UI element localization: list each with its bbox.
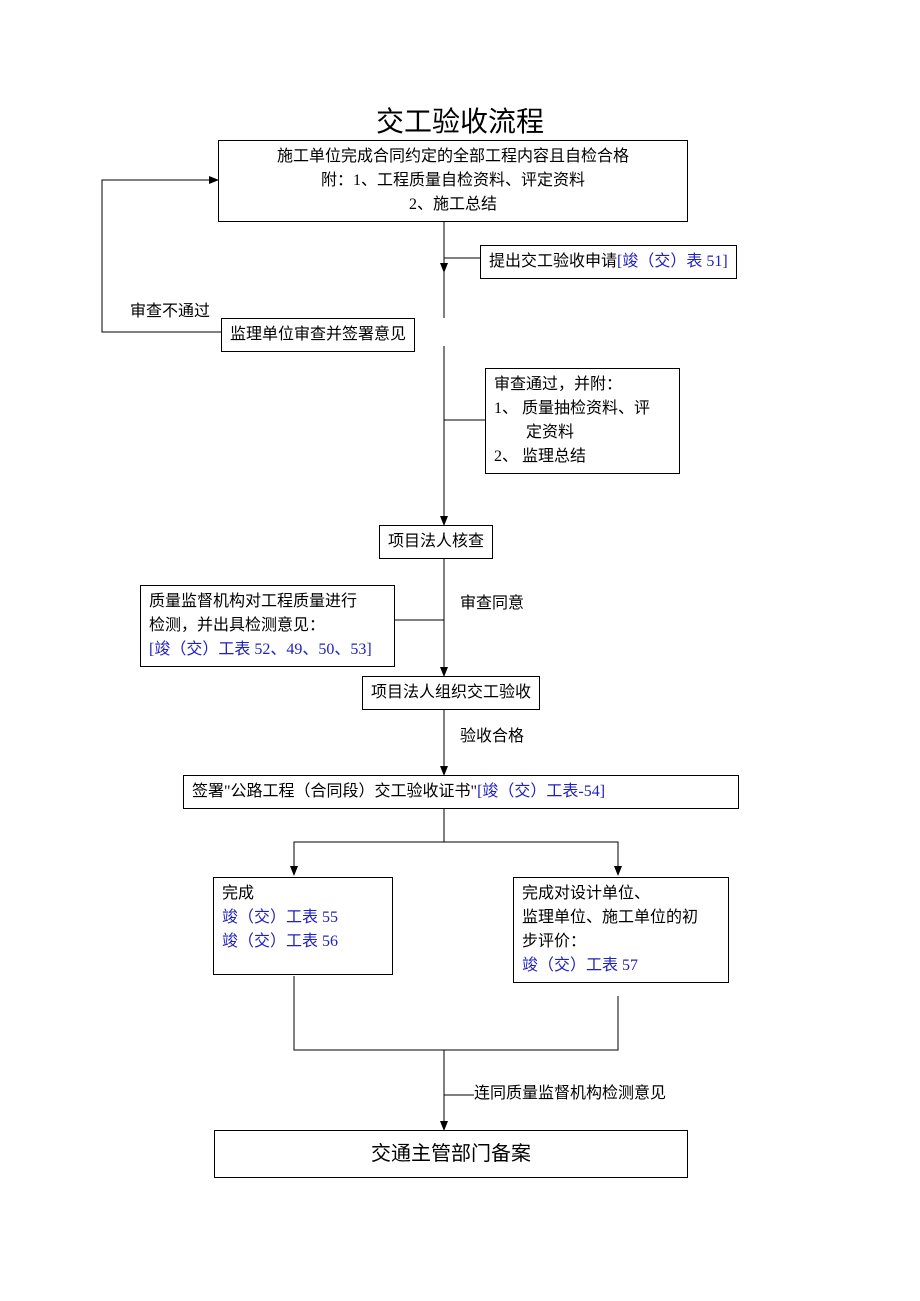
box-legal-person-check: 项目法人核查 [379, 525, 493, 559]
request-link: [竣（交）表 51] [617, 253, 728, 270]
complete-right-line1: 完成对设计单位、 [522, 882, 720, 906]
approve-line3: 定资料 [494, 421, 671, 445]
box1-line3: 2、施工总结 [227, 193, 679, 217]
box1-line2: 附：1、工程质量自检资料、评定资料 [227, 169, 679, 193]
sign-prefix: 签署"公路工程（合同段）交工验收证书" [192, 783, 477, 800]
box-complete-right: 完成对设计单位、 监理单位、施工单位的初 步评价： 竣（交）工表 57 [513, 877, 729, 983]
box-approved-attachments: 审查通过，并附： 1、 质量抽检资料、评 定资料 2、 监理总结 [485, 368, 680, 474]
label-review-rejected: 审查不通过 [130, 300, 210, 324]
box1-line1: 施工单位完成合同约定的全部工程内容且自检合格 [227, 145, 679, 169]
box-traffic-authority-filing: 交通主管部门备案 [214, 1130, 688, 1178]
box-request-acceptance: 提出交工验收申请[竣（交）表 51] [480, 245, 737, 279]
complete-right-link: 竣（交）工表 57 [522, 954, 720, 978]
approve-line2: 1、 质量抽检资料、评 [494, 397, 671, 421]
complete-right-line2: 监理单位、施工单位的初 [522, 906, 720, 930]
complete-left-link2: 竣（交）工表 56 [222, 930, 384, 954]
label-acceptance-qualified: 验收合格 [460, 725, 524, 749]
request-prefix: 提出交工验收申请 [489, 253, 617, 270]
quality-line2: 检测，并出具检测意见： [149, 614, 386, 638]
complete-left-line1: 完成 [222, 882, 384, 906]
box-supervisor-review: 监理单位审查并签署意见 [221, 318, 415, 352]
approve-line1: 审查通过，并附： [494, 373, 671, 397]
quality-line1: 质量监督机构对工程质量进行 [149, 590, 386, 614]
diagram-title: 交工验收流程 [0, 100, 920, 140]
box-construction-complete: 施工单位完成合同约定的全部工程内容且自检合格 附：1、工程质量自检资料、评定资料… [218, 140, 688, 222]
quality-link: [竣（交）工表 52、49、50、53] [149, 638, 386, 662]
label-together-with-inspection: 连同质量监督机构检测意见 [474, 1082, 666, 1106]
sign-link: [竣（交）工表-54] [477, 783, 605, 800]
complete-left-link1: 竣（交）工表 55 [222, 906, 384, 930]
box-complete-left: 完成 竣（交）工表 55 竣（交）工表 56 [213, 877, 393, 975]
approve-line4: 2、 监理总结 [494, 445, 671, 469]
box-sign-certificate: 签署"公路工程（合同段）交工验收证书"[竣（交）工表-54] [183, 775, 739, 809]
label-review-approved: 审查同意 [460, 592, 524, 616]
box-organize-acceptance: 项目法人组织交工验收 [362, 676, 540, 710]
complete-right-line3: 步评价： [522, 930, 720, 954]
box-quality-inspection: 质量监督机构对工程质量进行 检测，并出具检测意见： [竣（交）工表 52、49、… [140, 585, 395, 667]
